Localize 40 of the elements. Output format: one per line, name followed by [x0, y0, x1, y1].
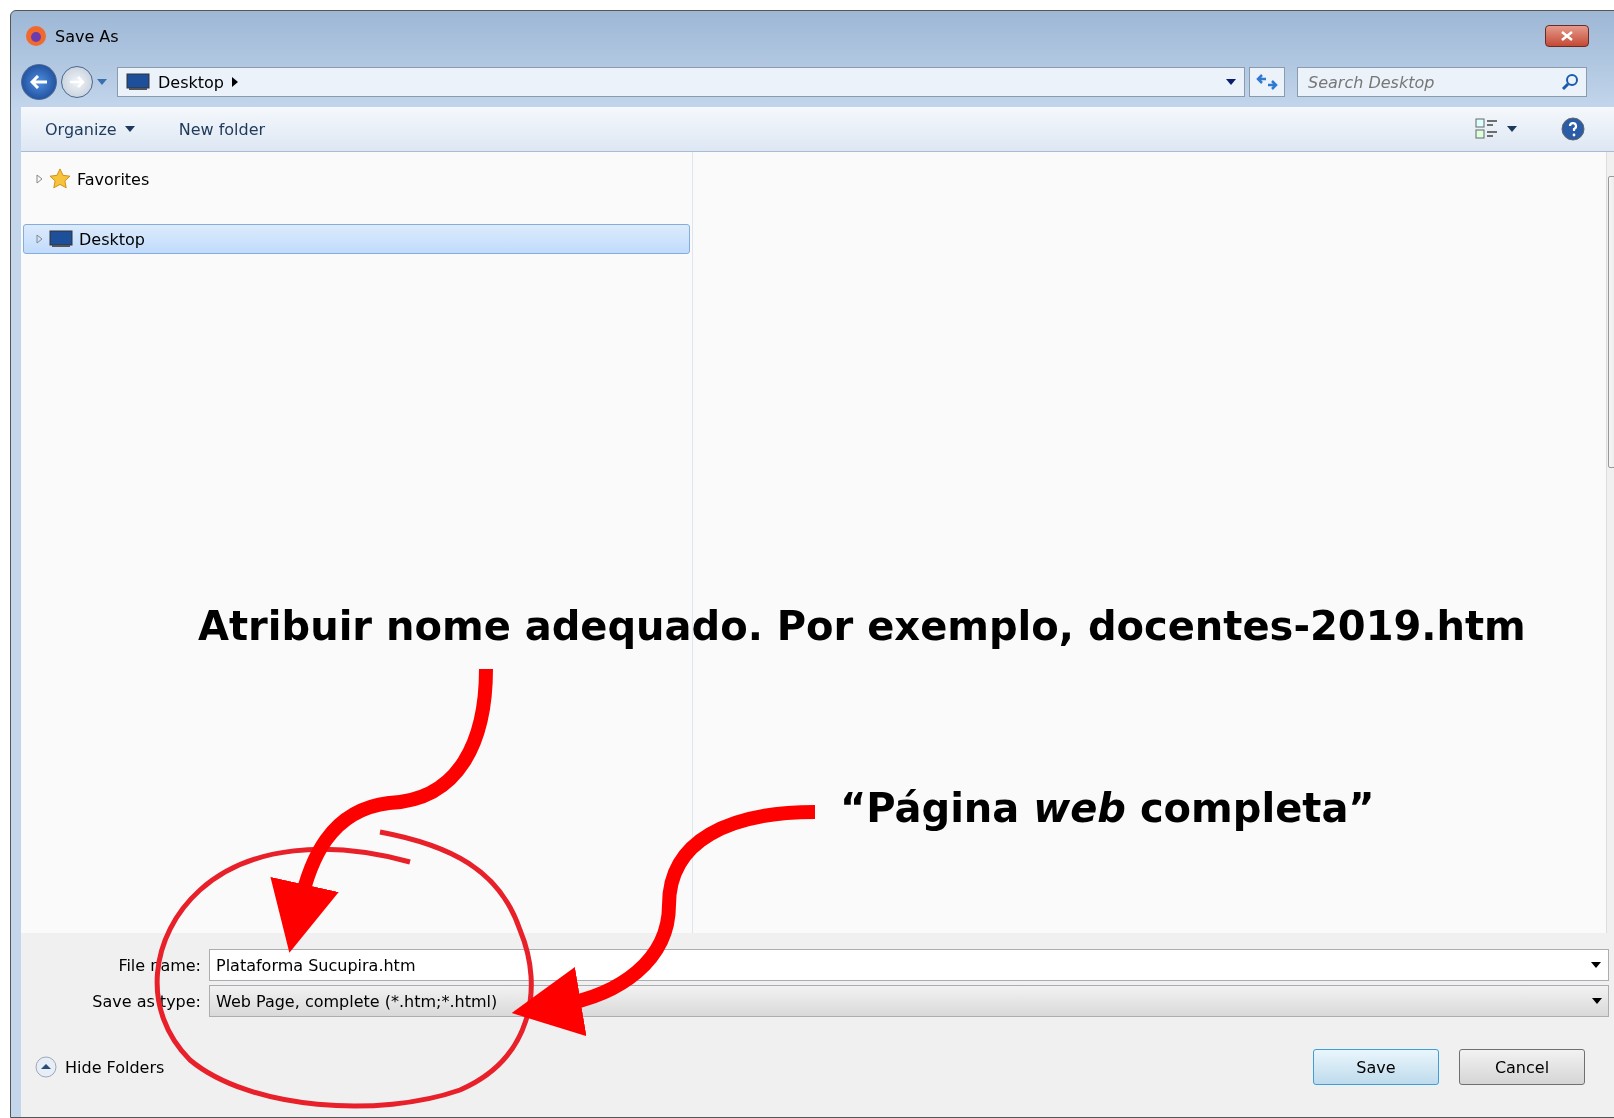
dialog-button[interactable]: Cancel	[1459, 1049, 1585, 1085]
expand-icon[interactable]	[36, 234, 43, 244]
search-field[interactable]: Search Desktop	[1297, 67, 1587, 97]
view-list-icon	[1475, 118, 1499, 140]
breadcrumb-item[interactable]: Desktop	[158, 72, 224, 92]
forward-button[interactable]	[61, 66, 93, 98]
monitor-icon	[49, 230, 73, 248]
browser-logo-icon	[25, 25, 47, 47]
refresh-button[interactable]	[1249, 67, 1285, 97]
caret-icon	[1592, 998, 1602, 1004]
collapse-icon	[35, 1056, 57, 1078]
caret-icon	[1591, 962, 1601, 968]
arrow-left-icon	[30, 75, 48, 89]
caret-icon	[1507, 126, 1517, 132]
caret-icon	[1226, 79, 1236, 85]
caret-icon	[97, 79, 107, 85]
tree-item[interactable]: Desktop	[23, 224, 690, 254]
toolbar-button[interactable]: New folder	[174, 115, 270, 143]
back-button[interactable]	[21, 64, 57, 100]
annotation-text: “Página web completa”	[840, 785, 1375, 831]
expand-icon[interactable]	[36, 174, 43, 184]
search-icon	[1561, 73, 1579, 91]
arrow-right-icon	[69, 76, 85, 88]
dialog-button[interactable]: Save	[1313, 1049, 1439, 1085]
tree-item[interactable]: Favorites	[23, 164, 690, 194]
help-icon	[1561, 117, 1585, 141]
close-icon	[1561, 31, 1573, 41]
refresh-arrows-icon	[1256, 73, 1278, 91]
star-icon	[49, 168, 71, 190]
address-bar[interactable]: Desktop	[117, 67, 1245, 97]
hide-folders-button[interactable]: Hide Folders	[35, 1056, 165, 1078]
file-type-dropdown[interactable]: Web Page, complete (*.htm;*.html)	[209, 985, 1609, 1017]
chevron-right-icon	[232, 77, 238, 87]
window-title: Save As	[55, 26, 119, 46]
monitor-icon	[126, 73, 150, 91]
caret-icon	[124, 126, 135, 132]
annotation-text: Atribuir nome adequado. Por exemplo, docentes-2019.htm	[198, 603, 1526, 649]
close-button[interactable]	[1545, 25, 1589, 47]
toolbar-button[interactable]: Organize	[41, 115, 139, 143]
file-name-field[interactable]: Plataforma Sucupira.htm	[209, 949, 1609, 981]
